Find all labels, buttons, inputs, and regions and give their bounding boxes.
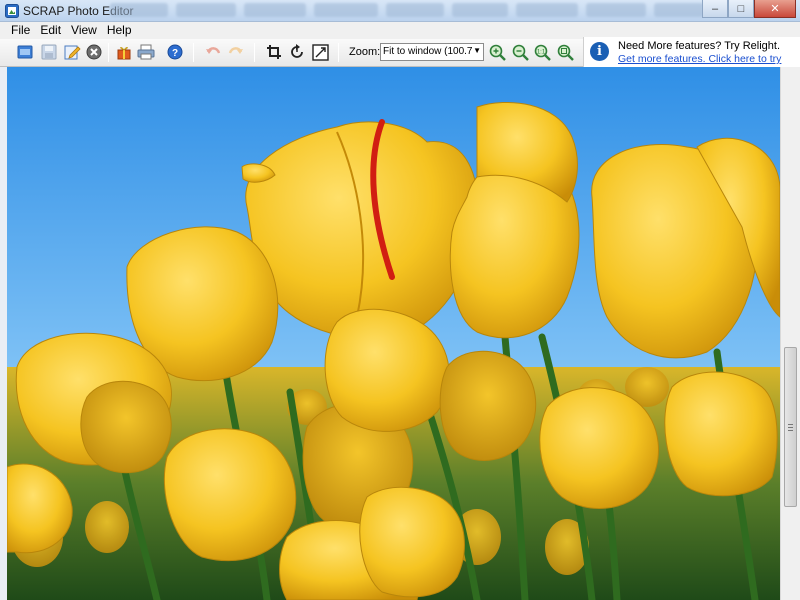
help-button[interactable]: ? <box>165 42 185 62</box>
resize-icon <box>311 43 329 61</box>
zoom-fit-icon <box>557 44 574 61</box>
tulip-photo <box>7 67 780 600</box>
resize-button[interactable] <box>310 42 330 62</box>
close-image-button[interactable] <box>84 42 104 62</box>
crop-icon <box>267 45 281 59</box>
promo-link[interactable]: Get more features. Click here to try <box>618 53 781 65</box>
redo-button[interactable] <box>226 42 246 62</box>
crop-button[interactable] <box>264 42 284 62</box>
zoom-fit-button[interactable] <box>555 42 575 62</box>
zoom-out-button[interactable] <box>510 42 530 62</box>
help-icon: ? <box>167 44 183 60</box>
app-logo-icon <box>5 4 19 18</box>
zoom-actual-button[interactable]: 1:1 <box>532 42 552 62</box>
undo-button[interactable] <box>203 42 223 62</box>
canvas-left-border <box>0 67 7 600</box>
scrollbar-thumb[interactable] <box>784 347 797 507</box>
title-bar: SCRAP Photo Editor – □ ✕ <box>0 0 800 22</box>
minimize-button[interactable]: – <box>702 0 728 18</box>
rotate-icon <box>291 44 303 58</box>
zoom-actual-icon: 1:1 <box>534 44 551 61</box>
menu-file[interactable]: File <box>6 22 35 39</box>
zoom-in-button[interactable] <box>487 42 507 62</box>
edit-button[interactable] <box>62 42 82 62</box>
save-button[interactable] <box>39 42 59 62</box>
svg-text:1:1: 1:1 <box>536 49 545 55</box>
redo-icon <box>228 47 243 54</box>
close-image-icon <box>86 44 102 60</box>
chevron-down-icon: ▼ <box>473 46 481 55</box>
zoom-select[interactable]: Fit to window (100.7 ▼ <box>380 43 484 61</box>
background-taskbar-tabs <box>110 3 715 19</box>
undo-icon <box>206 47 221 54</box>
edit-icon <box>64 45 81 59</box>
save-icon <box>41 44 57 60</box>
rotate-button[interactable] <box>287 42 307 62</box>
open-button[interactable] <box>16 42 36 62</box>
gift-icon <box>117 46 131 60</box>
maximize-button[interactable]: □ <box>728 0 754 18</box>
promo-panel: i Need More features? Try Relight. Get m… <box>583 37 800 67</box>
window-controls: – □ ✕ <box>702 0 796 18</box>
zoom-out-icon <box>512 44 529 61</box>
info-icon: i <box>590 42 609 61</box>
close-button[interactable]: ✕ <box>754 0 796 18</box>
zoom-label: Zoom: <box>349 46 381 58</box>
open-icon <box>17 45 33 59</box>
gift-button[interactable] <box>114 42 134 62</box>
menu-edit[interactable]: Edit <box>35 22 66 39</box>
zoom-value: Fit to window (100.7 <box>383 46 473 57</box>
svg-text:?: ? <box>172 48 178 59</box>
menu-view[interactable]: View <box>66 22 102 39</box>
print-button[interactable] <box>136 42 156 62</box>
vertical-scrollbar[interactable] <box>780 67 800 600</box>
print-icon <box>137 44 155 60</box>
zoom-in-icon <box>489 44 506 61</box>
promo-title: Need More features? Try Relight. <box>618 40 781 52</box>
image-canvas[interactable] <box>7 67 780 600</box>
menu-help[interactable]: Help <box>102 22 137 39</box>
